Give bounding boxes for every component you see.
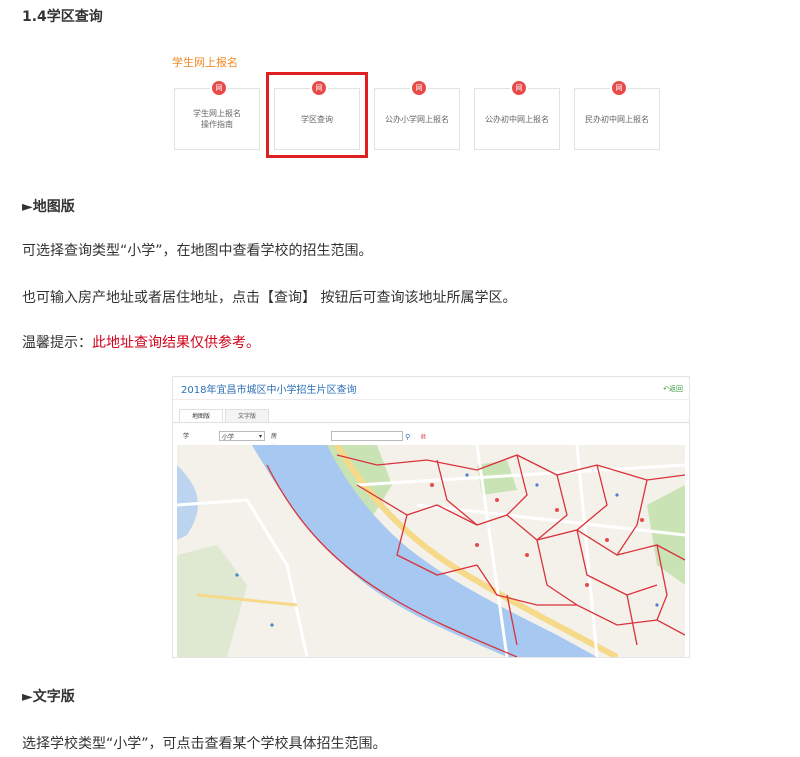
tab-text[interactable]: 文字版 <box>225 409 269 423</box>
tip-line: 温馨提示：此地址查询结果仅供参考。 <box>22 332 260 352</box>
map-para-1: 可选择查询类型“小学”，在地图中查看学校的招生范围。 <box>22 243 373 259</box>
registration-figure: 学生网上报名 网 学生网上报名操作指南 网 学区查询 网 公办小学网上报名 网 … <box>172 52 662 162</box>
map-query-header: 2018年宜昌市城区中小学招生片区查询 ↶返回 <box>173 377 689 400</box>
type-select[interactable]: 小学 ▾ <box>219 431 265 441</box>
section-title: 1.4学区查询 <box>22 9 103 25</box>
map-para-2: 也可输入房产地址或者居住地址，点击【查询】 按钮后可查询该地址所属学区。 <box>22 290 517 306</box>
back-label: 返回 <box>669 385 683 393</box>
map-query-figure: 2018年宜昌市城区中小学招生片区查询 ↶返回 地图版 文字版 学区类型 小学▾… <box>172 376 690 658</box>
highlight-box <box>266 72 368 158</box>
tab-map[interactable]: 地图版 <box>179 409 223 423</box>
back-link[interactable]: ↶返回 <box>663 384 683 394</box>
map-query-title: 2018年宜昌市城区中小学招生片区查询 <box>181 385 357 396</box>
text-para: 选择学校类型“小学”，可点击查看某个学校具体招生范围。 <box>22 736 387 752</box>
card-label: 公办初中网上报名 <box>485 114 549 124</box>
search-icon[interactable]: ⚲ <box>405 431 415 441</box>
map-version-heading: ►地图版 <box>22 199 75 215</box>
net-badge-icon: 网 <box>610 79 628 97</box>
net-badge-icon: 网 <box>510 79 528 97</box>
type-value: 小学 <box>222 434 235 441</box>
tip-label: 温馨提示： <box>22 335 92 351</box>
district-map[interactable] <box>177 445 685 657</box>
card-guide[interactable]: 网 学生网上报名操作指南 <box>174 79 260 150</box>
card-label: 公办小学网上报名 <box>385 114 449 124</box>
card-public-primary[interactable]: 网 公办小学网上报名 <box>374 79 460 150</box>
text-version-heading: ►文字版 <box>22 689 75 705</box>
address-input[interactable] <box>331 431 403 441</box>
caret-down-icon: ▾ <box>258 433 262 440</box>
card-private-junior[interactable]: 网 民办初中网上报名 <box>574 79 660 150</box>
tab-divider <box>173 422 689 423</box>
net-badge-icon: 网 <box>410 79 428 97</box>
card-label: 民办初中网上报名 <box>585 114 649 124</box>
registration-title: 学生网上报名 <box>172 56 238 69</box>
net-badge-icon: 网 <box>210 79 228 97</box>
card-label: 学生网上报名操作指南 <box>193 109 241 129</box>
tip-text: 此地址查询结果仅供参考。 <box>92 335 260 351</box>
card-public-junior[interactable]: 网 公办初中网上报名 <box>474 79 560 150</box>
